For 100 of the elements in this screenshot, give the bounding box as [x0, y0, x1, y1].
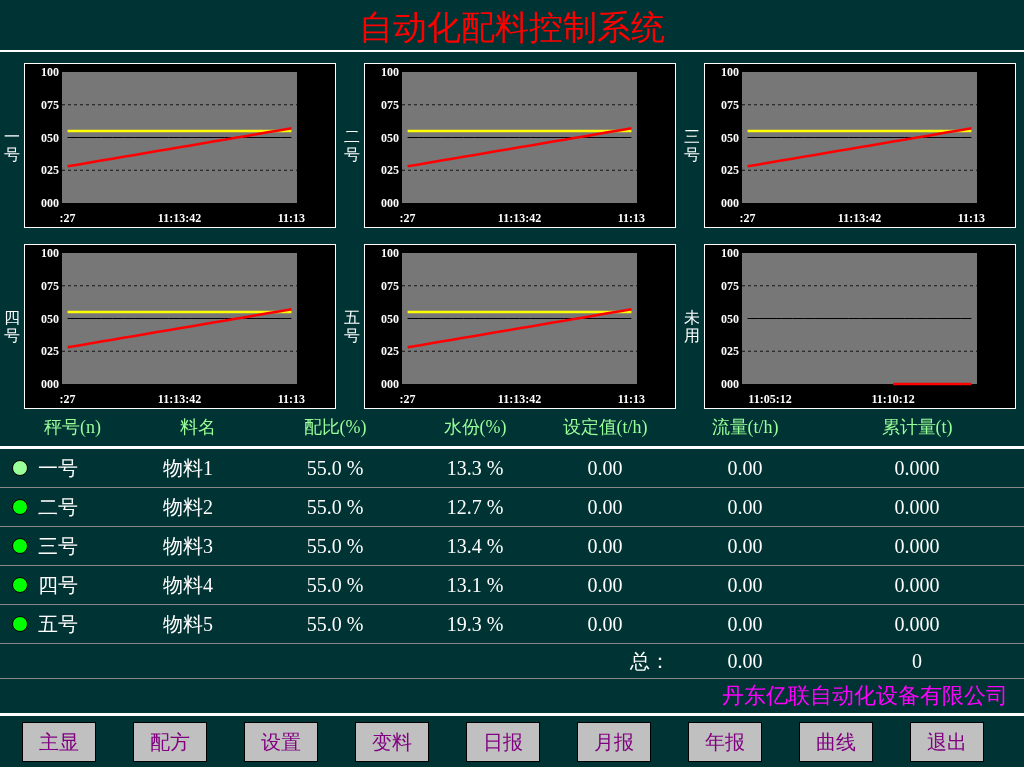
y-tick-label: 100 [41, 246, 59, 260]
x-tick-label: 11:10:12 [871, 392, 915, 406]
system-title: 自动化配料控制系统 [0, 0, 1024, 52]
nav-button[interactable]: 月报 [577, 722, 651, 762]
nav-button[interactable]: 曲线 [799, 722, 873, 762]
y-tick-label: 000 [41, 196, 59, 210]
y-tick-label: 075 [721, 97, 739, 112]
table-cell-text: 55.0 % [305, 495, 365, 519]
scale-label: 四号 [4, 308, 20, 345]
y-tick-label: 100 [721, 65, 739, 79]
y-tick-label: 100 [41, 65, 59, 79]
nav-button[interactable]: 年报 [688, 722, 762, 762]
nav-button[interactable]: 设置 [244, 722, 318, 762]
x-tick-label: 11:13:42 [157, 392, 202, 406]
table-cell-text: 0.00 [726, 495, 764, 519]
y-tick-label: 100 [721, 246, 739, 260]
scale-label: 未用 [684, 308, 700, 345]
table-cell-text: 0.00 [726, 573, 764, 597]
table-cell-text: 0.00 [586, 573, 624, 597]
x-tick-label: 11:13:42 [157, 211, 202, 225]
table-cell-text: 0.00 [726, 534, 764, 558]
y-tick-label: 025 [41, 344, 59, 359]
column-header: 流量(t/h) [710, 416, 780, 439]
total-label: 总： [629, 648, 671, 674]
x-tick-label: 11:13 [277, 392, 306, 406]
table-cell-text: 13.1 % [445, 573, 505, 597]
table-cell-text: 12.7 % [445, 495, 505, 519]
scale-label: 二号 [344, 127, 360, 164]
y-tick-label: 075 [41, 97, 59, 112]
total-flow: 0.00 [726, 649, 764, 673]
table-cell-text: 物料3 [162, 533, 214, 559]
y-tick-label: 025 [721, 163, 739, 178]
y-tick-label: 075 [721, 278, 739, 293]
table-cell-text: 0.000 [893, 534, 941, 558]
y-tick-label: 000 [381, 377, 399, 391]
x-tick-label: :27 [399, 211, 416, 225]
y-tick-label: 050 [41, 130, 59, 145]
x-tick-label: 11:13:42 [497, 211, 542, 225]
table-cell-text: 13.3 % [445, 456, 505, 480]
x-tick-label: 11:13 [277, 211, 306, 225]
table-cell-text: 物料5 [162, 611, 214, 637]
y-tick-label: 050 [41, 311, 59, 326]
y-tick-label: 100 [381, 246, 399, 260]
y-tick-label: 050 [381, 311, 399, 326]
company-name: 丹东亿联自动化设备有限公司 [0, 679, 1024, 716]
y-tick-label: 050 [381, 130, 399, 145]
column-header: 水份(%) [442, 416, 508, 439]
x-tick-label: 11:05:12 [748, 392, 792, 406]
table-cell-text: 五号 [38, 611, 78, 637]
y-tick-label: 050 [721, 130, 739, 145]
column-header: 料名 [178, 416, 217, 439]
y-tick-label: 075 [381, 278, 399, 293]
y-tick-label: 050 [721, 311, 739, 326]
nav-button[interactable]: 退出 [910, 722, 984, 762]
y-tick-label: 075 [381, 97, 399, 112]
column-header: 累计量(t) [880, 416, 954, 439]
table-cell-text: 0.00 [586, 612, 624, 636]
y-tick-label: 100 [381, 65, 399, 79]
table-cell-text: 0.000 [893, 573, 941, 597]
scale-label: 一号 [4, 127, 20, 164]
nav-button[interactable]: 主显 [22, 722, 96, 762]
y-tick-label: 000 [381, 196, 399, 210]
table-cell-text: 0.000 [893, 495, 941, 519]
column-header: 秤号(n) [43, 416, 102, 439]
table-cell-text: 物料1 [162, 455, 214, 481]
scale-label: 五号 [344, 308, 360, 345]
x-tick-label: :27 [399, 392, 416, 406]
table-cell-text: 四号 [38, 572, 78, 598]
table-cell-text: 二号 [38, 494, 78, 520]
table-cell-text: 一号 [38, 455, 78, 481]
y-tick-label: 025 [721, 344, 739, 359]
nav-button[interactable]: 日报 [466, 722, 540, 762]
x-tick-label: :27 [59, 392, 76, 406]
y-tick-label: 025 [41, 163, 59, 178]
table-cell-text: 13.4 % [445, 534, 505, 558]
x-tick-label: 11:13 [617, 211, 646, 225]
table-cell-text: 0.00 [586, 495, 624, 519]
y-tick-label: 025 [381, 344, 399, 359]
y-tick-label: 000 [41, 377, 59, 391]
column-header: 设定值(t/h) [561, 416, 649, 439]
y-tick-label: 075 [41, 278, 59, 293]
x-tick-label: 11:13 [617, 392, 646, 406]
total-amount: 0 [911, 649, 923, 673]
x-tick-label: 11:13 [957, 211, 986, 225]
table-cell-text: 0.00 [726, 456, 764, 480]
nav-button[interactable]: 配方 [133, 722, 207, 762]
table-cell-text: 0.00 [586, 534, 624, 558]
table-cell-text: 55.0 % [305, 612, 365, 636]
table-cell-text: 0.000 [893, 456, 941, 480]
table-cell-text: 19.3 % [445, 612, 505, 636]
table-cell-text: 物料4 [162, 572, 214, 598]
x-tick-label: :27 [739, 211, 756, 225]
y-tick-label: 025 [381, 163, 399, 178]
table-cell-text: 物料2 [162, 494, 214, 520]
x-tick-label: 11:13:42 [837, 211, 882, 225]
nav-button[interactable]: 变料 [355, 722, 429, 762]
y-tick-label: 000 [721, 196, 739, 210]
table-cell-text: 0.00 [586, 456, 624, 480]
table-cell-text: 55.0 % [305, 573, 365, 597]
scale-label: 三号 [684, 127, 700, 164]
